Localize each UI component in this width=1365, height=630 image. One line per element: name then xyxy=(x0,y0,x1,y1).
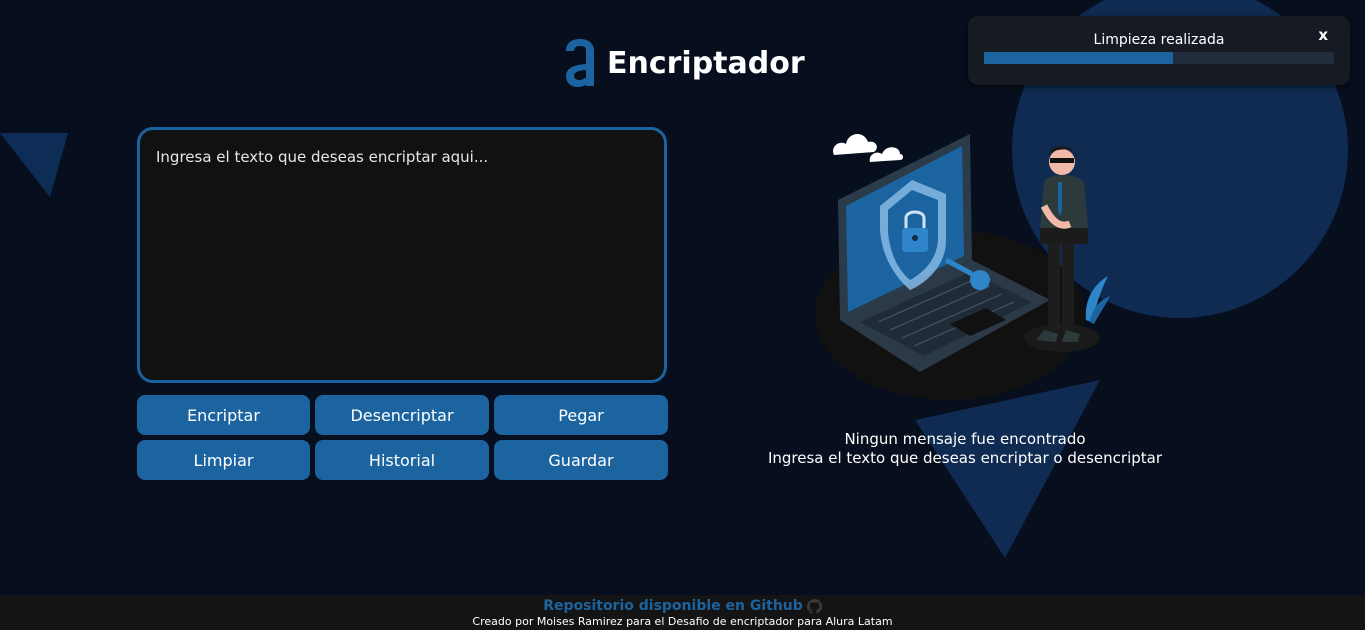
output-message: Ningun mensaje fue encontrado Ingresa el… xyxy=(740,430,1190,468)
action-buttons: Encriptar Desencriptar Pegar Limpiar His… xyxy=(137,395,668,480)
clear-button[interactable]: Limpiar xyxy=(137,440,310,480)
decrypt-button[interactable]: Desencriptar xyxy=(315,395,489,435)
footer-credit: Creado por Moises Ramirez para el Desafi… xyxy=(472,615,893,628)
github-icon xyxy=(806,598,822,614)
app-logo: Encriptador xyxy=(563,38,805,88)
toast-progress-fill xyxy=(984,52,1173,64)
save-button[interactable]: Guardar xyxy=(494,440,668,480)
output-subtitle: Ingresa el texto que deseas encriptar o … xyxy=(767,449,1163,467)
toast-notification: Limpieza realizada x xyxy=(968,16,1350,85)
toast-message: Limpieza realizada xyxy=(1093,32,1225,48)
github-repo-link[interactable]: Repositorio disponible en Github xyxy=(543,598,822,614)
history-button[interactable]: Historial xyxy=(315,440,489,480)
github-repo-link-label: Repositorio disponible en Github xyxy=(543,598,803,614)
bg-triangle-left xyxy=(0,133,68,197)
message-input-container xyxy=(137,127,667,383)
alura-a-logo-icon xyxy=(566,39,594,87)
output-title: Ningun mensaje fue encontrado xyxy=(844,430,1086,448)
footer: Repositorio disponible en Github Creado … xyxy=(0,595,1365,630)
toast-progress-track xyxy=(984,52,1334,64)
paste-button[interactable]: Pegar xyxy=(494,395,668,435)
security-laptop-illustration xyxy=(815,133,1110,400)
encrypt-button[interactable]: Encriptar xyxy=(137,395,310,435)
toast-close-button[interactable]: x xyxy=(1318,26,1328,44)
app-title: Encriptador xyxy=(607,45,805,81)
message-input[interactable] xyxy=(140,130,664,380)
